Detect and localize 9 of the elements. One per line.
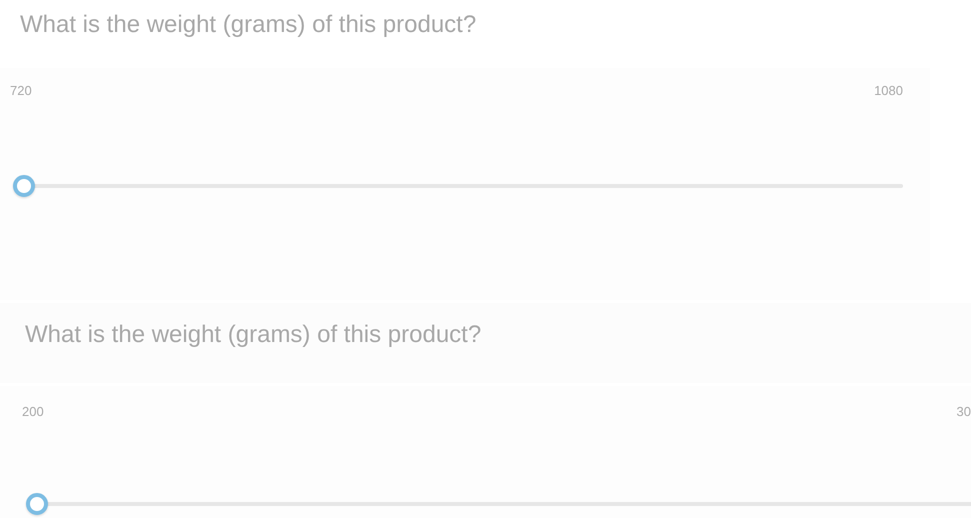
slider[interactable]	[13, 175, 903, 197]
slider-thumb[interactable]	[26, 493, 48, 515]
max-label: 30	[956, 404, 971, 419]
min-label: 720	[10, 83, 32, 98]
min-label: 200	[22, 404, 44, 419]
slider-thumb[interactable]	[13, 175, 35, 197]
question-text: What is the weight (grams) of this product?	[25, 321, 482, 348]
max-label: 1080	[874, 83, 903, 98]
question-text: What is the weight (grams) of this product?	[20, 11, 476, 38]
